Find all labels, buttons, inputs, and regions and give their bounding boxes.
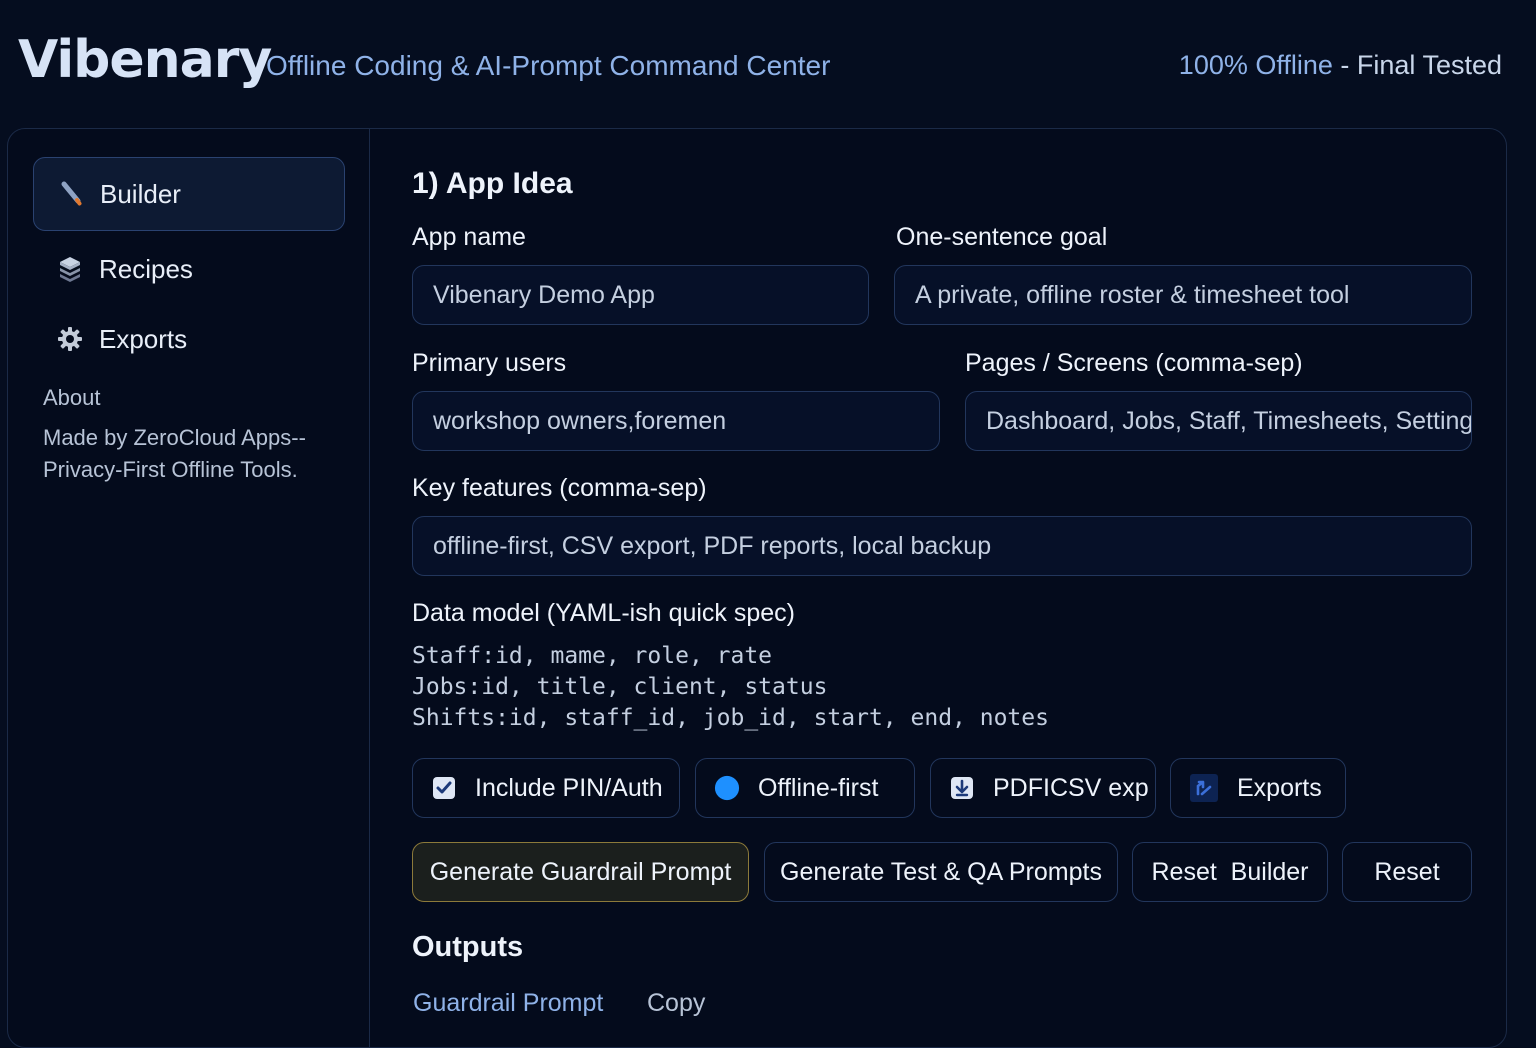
sidebar-item-recipes[interactable]: Recipes <box>33 232 345 306</box>
data-model-label: Data model (YAML-ish quick spec) <box>412 599 796 627</box>
option-label: Exports <box>1237 773 1322 802</box>
pencil-icon <box>56 179 86 209</box>
generate-test-qa-button[interactable]: Generate Test & QA Prompts <box>764 842 1118 902</box>
checkbox-checked-icon <box>431 775 457 801</box>
goal-input[interactable]: A private, offline roster & timesheet to… <box>894 265 1472 325</box>
reset-builder-button[interactable]: Reset Builder <box>1132 842 1328 902</box>
status-separator: - <box>1332 50 1357 80</box>
pages-label: Pages / Screens (comma-sep) <box>965 349 1303 377</box>
offline-status: 100% Offline - Final Tested <box>1179 50 1502 81</box>
generate-guardrail-button[interactable]: Generate Guardrail Prompt <box>412 842 749 902</box>
export-icon <box>1189 773 1219 803</box>
option-label: Offline-first <box>758 773 879 802</box>
sidebar: Builder Recipes Exports About Made by Ze… <box>8 129 370 1047</box>
option-offline-first[interactable]: Offline-first <box>695 758 915 818</box>
tab-guardrail-prompt[interactable]: Guardrail Prompt <box>413 989 603 1018</box>
gear-icon <box>55 324 85 354</box>
users-label: Primary users <box>412 349 567 377</box>
data-model-line: Jobs:id, title, client, status <box>412 674 828 700</box>
builder-content: 1) App Idea App name Vibenary Demo App O… <box>370 129 1506 1047</box>
app-name-input[interactable]: Vibenary Demo App <box>412 265 869 325</box>
users-input[interactable]: workshop owners,foremen <box>412 391 940 451</box>
about-heading: About <box>43 385 101 410</box>
brand-logo: Vibenary <box>18 30 272 90</box>
section-title: 1) App Idea <box>412 167 573 200</box>
sidebar-item-label: Builder <box>100 178 181 209</box>
app-header: Vibenary Offline Coding & AI-Prompt Comm… <box>0 0 1536 128</box>
outputs-heading: Outputs <box>412 931 524 963</box>
main-panel: Builder Recipes Exports About Made by Ze… <box>7 128 1507 1048</box>
pages-input[interactable]: Dashboard, Jobs, Staff, Timesheets, Sett… <box>965 391 1472 451</box>
goal-label: One-sentence goal <box>896 223 1108 251</box>
app-name-label: App name <box>412 223 526 251</box>
features-input[interactable]: offline-first, CSV export, PDF reports, … <box>412 516 1472 576</box>
option-label: Include PIN/Auth <box>475 773 663 802</box>
data-model-line: Shifts:id, staff_id, job_id, start, end,… <box>412 705 1049 731</box>
option-pdf-csv-export[interactable]: PDFICSV exp <box>930 758 1156 818</box>
option-include-pin-auth[interactable]: Include PIN/Auth <box>412 758 680 818</box>
data-model-textarea[interactable]: Staff:id, mame, role, rate Jobs:id, title… <box>412 641 1049 734</box>
sidebar-item-label: Recipes <box>99 253 193 284</box>
sidebar-item-label: Exports <box>99 323 188 354</box>
option-label: PDFICSV exp <box>993 773 1149 802</box>
status-tested: Final Tested <box>1356 50 1502 80</box>
features-label: Key features (comma-sep) <box>412 474 707 502</box>
copy-button[interactable]: Copy <box>647 989 705 1018</box>
sidebar-item-builder[interactable]: Builder <box>33 157 345 231</box>
app-tagline: Offline Coding & AI-Prompt Command Cente… <box>266 50 831 81</box>
about-text: Made by ZeroCloud Apps--Privacy-First Of… <box>43 425 306 482</box>
download-icon <box>949 775 975 801</box>
radio-dot-icon <box>714 775 740 801</box>
reset-button[interactable]: Reset <box>1342 842 1472 902</box>
status-main: 100% Offline <box>1178 50 1333 80</box>
sidebar-item-exports[interactable]: Exports <box>33 302 345 376</box>
option-exports[interactable]: Exports <box>1170 758 1346 818</box>
layers-icon <box>55 254 85 284</box>
data-model-line: Staff:id, mame, role, rate <box>412 643 773 669</box>
